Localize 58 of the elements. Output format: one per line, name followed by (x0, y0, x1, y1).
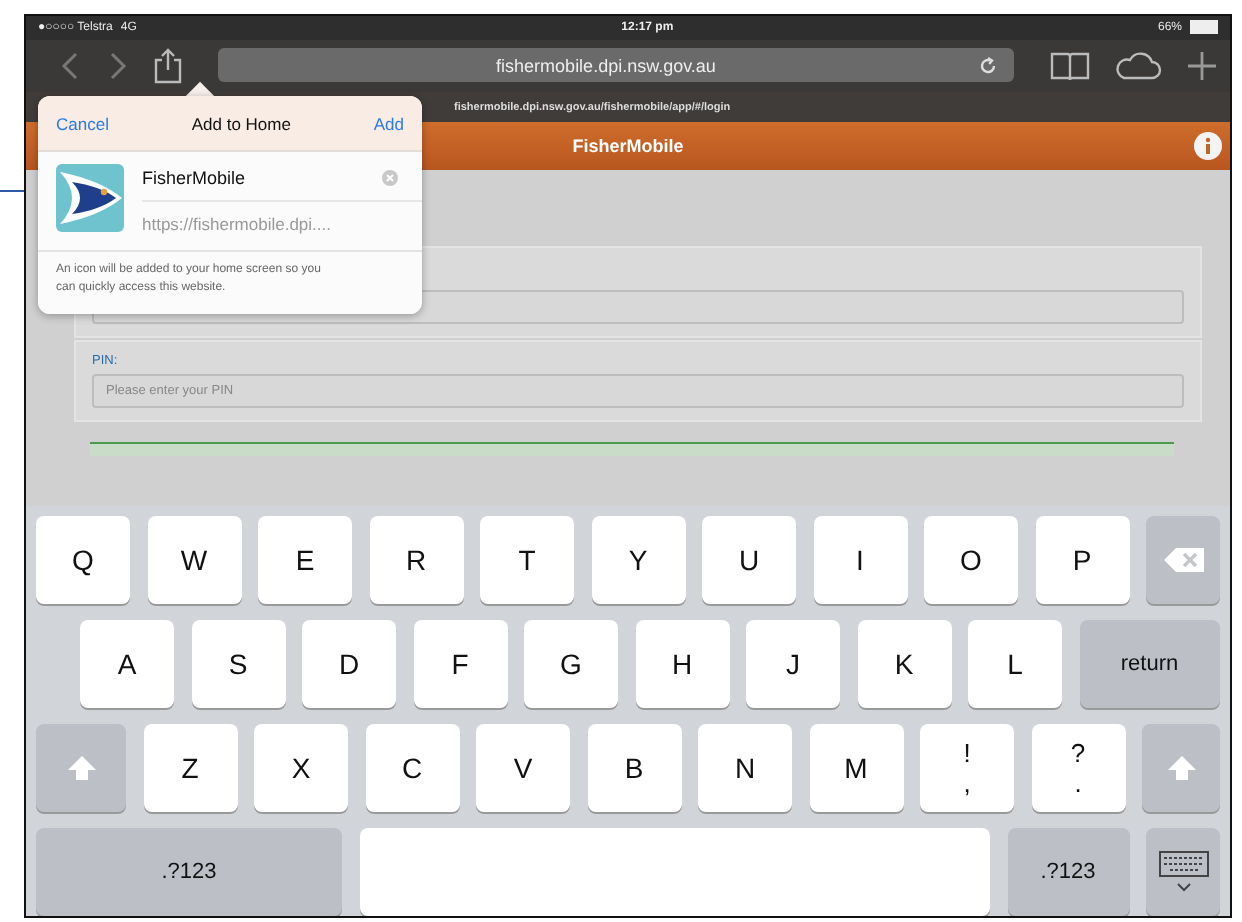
shift-key[interactable] (36, 724, 126, 812)
battery-icon (1190, 20, 1218, 35)
key[interactable]: T (480, 516, 574, 604)
shift-key[interactable] (1142, 724, 1220, 812)
key[interactable]: G (524, 620, 618, 708)
reload-icon[interactable] (978, 55, 998, 76)
key[interactable]: ! , (920, 724, 1014, 812)
key[interactable]: O (924, 516, 1018, 604)
numbers-key[interactable]: .?123 (1007, 828, 1129, 916)
key[interactable]: ? . (1031, 724, 1125, 812)
cancel-button[interactable]: Cancel (56, 113, 109, 133)
key[interactable]: V (476, 724, 570, 812)
leader-line (0, 190, 26, 192)
key[interactable]: F (413, 620, 507, 708)
key[interactable]: U (702, 516, 796, 604)
key[interactable]: C (365, 724, 459, 812)
address-bar[interactable]: fishermobile.dpi.nsw.gov.au (218, 48, 1014, 83)
keyboard-icon (1157, 850, 1209, 894)
key[interactable]: I (813, 516, 907, 604)
key[interactable]: B (587, 724, 681, 812)
key[interactable]: X (254, 724, 348, 812)
key[interactable]: Y (591, 516, 685, 604)
cloud-icon[interactable] (1114, 49, 1162, 82)
plus-icon[interactable] (1186, 49, 1218, 82)
key[interactable]: R (369, 516, 463, 604)
back-icon[interactable] (58, 49, 82, 82)
key[interactable]: S (191, 620, 285, 708)
key[interactable]: N (698, 724, 792, 812)
key[interactable]: K (857, 620, 951, 708)
key[interactable]: Q (36, 516, 130, 604)
delete-key[interactable] (1146, 516, 1220, 604)
app-logo-icon (56, 164, 124, 232)
key[interactable]: E (258, 516, 352, 604)
key[interactable]: D (302, 620, 396, 708)
shift-icon (1165, 754, 1197, 782)
key[interactable]: H (635, 620, 729, 708)
popover-title: Add to Home (191, 113, 291, 133)
app-title: FisherMobile (572, 136, 684, 157)
app-url-text: https://fishermobile.dpi.... (142, 212, 333, 234)
key[interactable]: W (147, 516, 241, 604)
shift-icon (65, 754, 97, 782)
key[interactable]: P (1035, 516, 1129, 604)
backspace-icon (1161, 546, 1205, 574)
key[interactable]: L (968, 620, 1062, 708)
forward-icon[interactable] (106, 49, 130, 82)
numbers-key[interactable]: .?123 (36, 828, 342, 916)
add-button[interactable]: Add (373, 113, 404, 133)
key[interactable]: M (809, 724, 903, 812)
clear-icon[interactable] (382, 170, 398, 186)
return-key[interactable]: return (1079, 620, 1220, 708)
key[interactable]: A (80, 620, 174, 708)
app-name-field[interactable]: FisherMobile (142, 168, 246, 188)
info-icon[interactable] (1194, 132, 1222, 161)
hide-keyboard-key[interactable] (1146, 828, 1220, 916)
book-icon[interactable] (1050, 49, 1090, 82)
key[interactable]: J (746, 620, 840, 708)
key[interactable]: Z (143, 724, 237, 812)
share-icon[interactable] (154, 47, 182, 84)
